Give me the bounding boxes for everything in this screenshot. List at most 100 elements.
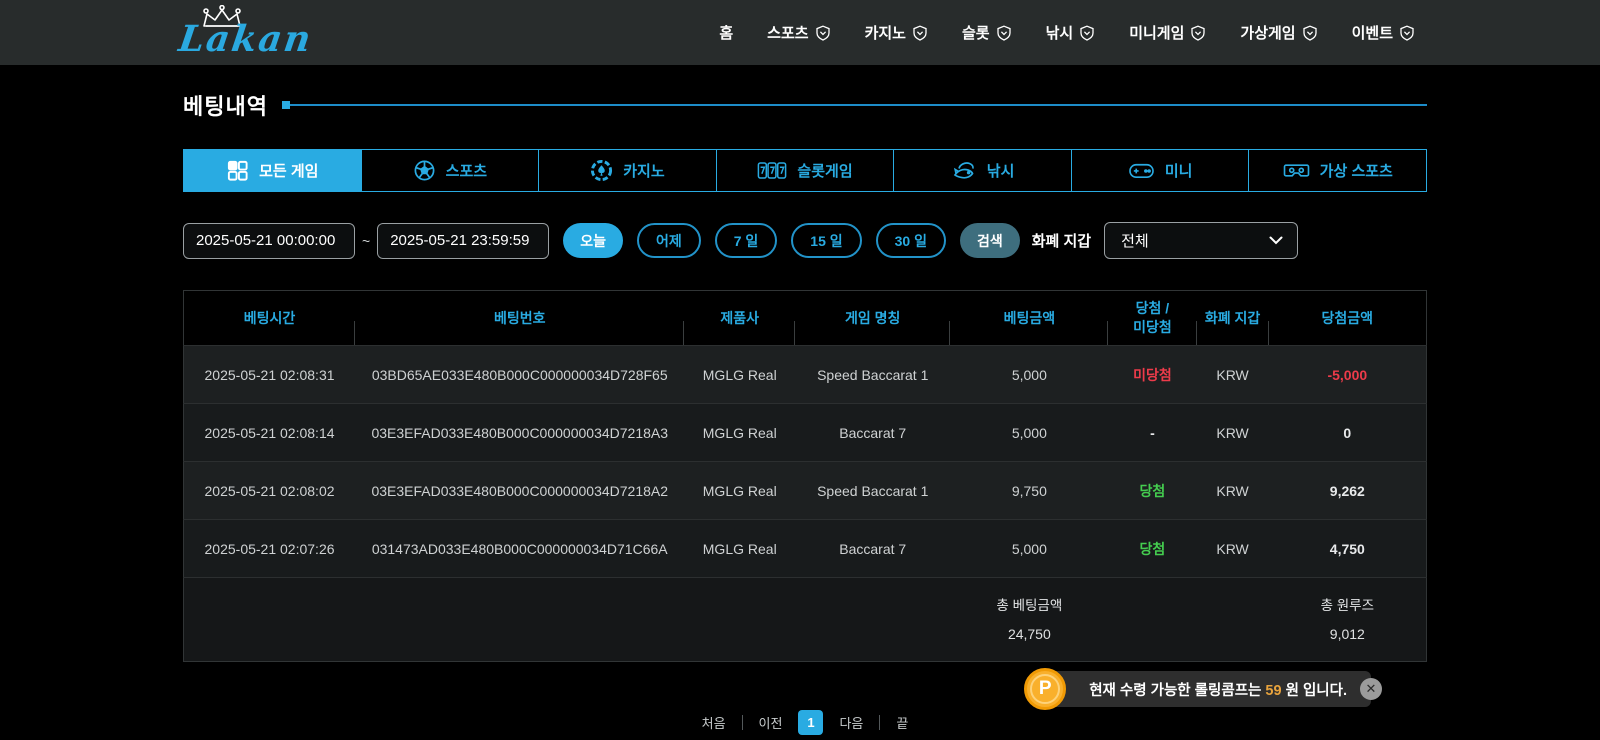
col-bet-time: 베팅시간 [184,291,356,346]
badge-chevron-icon [1190,25,1206,41]
total-win-value: 9,012 [1269,614,1427,662]
grid-icon [226,159,249,182]
pagination-last[interactable]: 끝 [896,713,908,732]
chevron-down-icon [1269,236,1283,245]
bet-time: 2025-05-21 02:07:26 [184,520,356,578]
soccer-icon [413,159,436,182]
currency: KRW [1197,462,1269,520]
win-amount: 0 [1269,404,1427,462]
total-bet-label: 총 베팅금액 [950,578,1108,615]
tab-virtual-sports[interactable]: 가상 스포츠 [1248,150,1426,191]
toast-message: 현재 수령 가능한 롤링콤프는 59 원 입니다. [1089,679,1347,700]
nav-item-slots[interactable]: 슬롯 [962,22,1012,43]
pagination-separator [879,715,880,730]
nav-item-virtual[interactable]: 가상게임 [1240,22,1317,43]
nav-item-casino[interactable]: 카지노 [865,22,928,43]
title-accent-square [282,101,290,109]
bet-amount: 5,000 [950,346,1108,404]
brand-logo[interactable]: Lakan [180,6,313,60]
bet-number: 03E3EFAD033E480B000C000000034D7218A3 [355,404,684,462]
total-win-label: 총 원루즈 [1269,578,1427,615]
date-to-input[interactable] [377,223,549,259]
tab-mini[interactable]: 미니 [1071,150,1249,191]
win-status: 미당첨 [1108,346,1196,404]
game-name: Speed Baccarat 1 [795,462,950,520]
win-amount: -5,000 [1269,346,1427,404]
provider: MGLG Real [684,346,795,404]
wallet-select[interactable]: 전체 [1104,222,1298,259]
top-header: Lakan 홈 스포츠 카지노 슬롯 낚시 미니게임 가상게임 [0,0,1600,65]
yesterday-button[interactable]: 어제 [637,223,701,258]
pagination-next[interactable]: 다음 [839,713,863,732]
table-header-row: 베팅시간 베팅번호 제품사 게임 명칭 베팅금액 당첨 / 미당첨 화폐 지갑 … [184,291,1427,346]
col-win-status: 당첨 / 미당첨 [1108,291,1196,346]
tab-fishing[interactable]: 낚시 [893,150,1071,191]
gamepad-icon [1128,159,1155,182]
col-game-name: 게임 명칭 [795,291,950,346]
days30-button[interactable]: 30 일 [876,223,946,258]
col-bet-amount: 베팅금액 [950,291,1108,346]
pagination-prev[interactable]: 이전 [759,713,783,732]
tab-casino[interactable]: 카지노 [538,150,716,191]
search-button[interactable]: 검색 [960,223,1020,258]
col-currency: 화폐 지갑 [1197,291,1269,346]
game-name: Speed Baccarat 1 [795,346,950,404]
table-row: 2025-05-21 02:07:26 031473AD033E480B000C… [184,520,1427,578]
title-divider-line [290,104,1427,106]
bet-number: 03BD65AE033E480B000C000000034D728F65 [355,346,684,404]
bet-amount: 9,750 [950,462,1108,520]
badge-chevron-icon [1399,25,1415,41]
badge-chevron-icon [815,25,831,41]
nav-item-fishing[interactable]: 낚시 [1046,22,1096,43]
provider: MGLG Real [684,520,795,578]
bet-time: 2025-05-21 02:08:02 [184,462,356,520]
badge-chevron-icon [1079,25,1095,41]
table-row: 2025-05-21 02:08:02 03E3EFAD033E480B000C… [184,462,1427,520]
casino-chip-icon [590,159,613,182]
currency: KRW [1197,404,1269,462]
days7-button[interactable]: 7 일 [715,223,778,258]
bet-time: 2025-05-21 02:08:31 [184,346,356,404]
title-row: 베팅내역 [183,89,1427,121]
nav-item-minigame[interactable]: 미니게임 [1129,22,1206,43]
fish-icon [951,159,977,183]
col-win-amount: 당첨금액 [1269,291,1427,346]
close-icon[interactable]: ✕ [1360,678,1382,700]
days15-button[interactable]: 15 일 [791,223,861,258]
col-provider: 제품사 [684,291,795,346]
pagination: 처음 이전 1 다음 끝 [183,710,1427,735]
badge-chevron-icon [912,25,928,41]
coin-letter: P [1030,674,1060,704]
nav-item-sports[interactable]: 스포츠 [767,22,830,43]
nav-item-home[interactable]: 홈 [719,22,733,43]
wallet-label: 화폐 지갑 [1032,230,1091,251]
win-amount: 9,262 [1269,462,1427,520]
game-name: Baccarat 7 [795,404,950,462]
tab-sports[interactable]: 스포츠 [361,150,539,191]
table-row: 2025-05-21 02:08:14 03E3EFAD033E480B000C… [184,404,1427,462]
bet-amount: 5,000 [950,404,1108,462]
win-status: - [1108,404,1196,462]
badge-chevron-icon [996,25,1012,41]
tab-slots[interactable]: 슬롯게임 [716,150,894,191]
tab-all-games[interactable]: 모든 게임 [184,150,361,191]
totals-value-row: 24,750 9,012 [184,614,1427,662]
date-from-input[interactable] [183,223,355,259]
totals-label-row: 총 베팅금액 총 원루즈 [184,578,1427,615]
vr-goggles-icon [1283,159,1310,182]
provider: MGLG Real [684,404,795,462]
today-button[interactable]: 오늘 [563,223,623,258]
currency: KRW [1197,346,1269,404]
nav-item-event[interactable]: 이벤트 [1352,22,1415,43]
game-category-tabs: 모든 게임 스포츠 카지노 슬롯게임 낚시 미니 가상 스포츠 [183,149,1427,192]
col-bet-number: 베팅번호 [355,291,684,346]
brand-name: Lakan [176,6,317,60]
pagination-page-1[interactable]: 1 [798,710,823,735]
slot-777-icon [757,159,787,182]
bet-number: 03E3EFAD033E480B000C000000034D7218A2 [355,462,684,520]
table-row: 2025-05-21 02:08:31 03BD65AE033E480B000C… [184,346,1427,404]
total-bet-value: 24,750 [950,614,1108,662]
currency: KRW [1197,520,1269,578]
pagination-first[interactable]: 처음 [702,713,726,732]
wallet-select-value: 전체 [1121,230,1149,251]
